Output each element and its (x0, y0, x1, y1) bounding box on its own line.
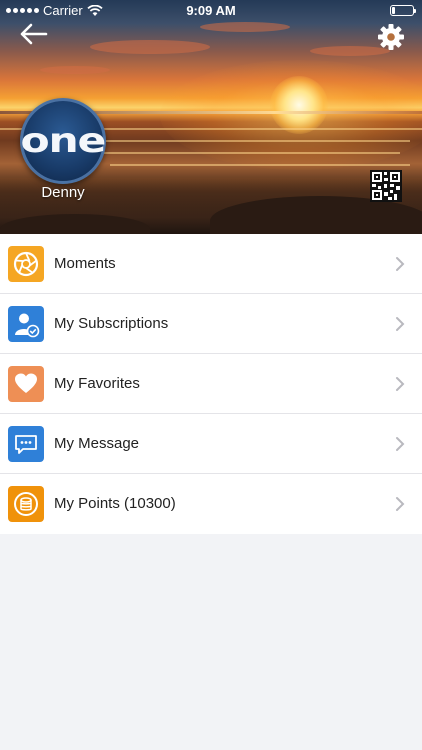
username: Denny (41, 184, 85, 201)
chevron-right-icon (396, 497, 405, 511)
heart-icon (15, 373, 37, 393)
menu-label: My Favorites (54, 375, 140, 392)
menu-icon-tile (8, 486, 44, 522)
status-time: 9:09 AM (186, 3, 236, 18)
battery-level (392, 7, 395, 14)
qr-code-icon (370, 170, 402, 202)
menu-item-subscriptions[interactable]: My Subscriptions (0, 294, 422, 354)
chevron-right-icon (396, 377, 405, 391)
menu-label: My Message (54, 435, 140, 452)
menu-label: My Subscriptions (54, 315, 169, 332)
menu-icon-tile (8, 246, 44, 282)
menu-label: Moments (54, 255, 116, 272)
menu-icon-tile (8, 306, 44, 342)
wave (110, 164, 410, 166)
profile-menu: Moments My Subscriptions My Favorites My… (0, 234, 422, 534)
cloud (40, 66, 110, 74)
cloud (200, 22, 290, 32)
menu-item-message[interactable]: My Message (0, 414, 422, 474)
chevron-right-icon (396, 437, 405, 451)
settings-button[interactable] (376, 22, 406, 52)
menu-item-moments[interactable]: Moments (0, 234, 422, 294)
qr-code-button[interactable] (370, 170, 402, 202)
chevron-right-icon (396, 317, 405, 331)
back-button[interactable] (16, 20, 52, 48)
chat-bubble-icon (15, 435, 37, 454)
chevron-right-icon (396, 257, 405, 271)
cloud (90, 40, 210, 54)
wave (60, 152, 400, 154)
battery-icon (390, 5, 416, 16)
gear-icon (378, 24, 404, 50)
menu-icon-tile (8, 426, 44, 462)
coins-icon (14, 492, 38, 516)
back-arrow-icon (20, 23, 48, 45)
user-check-icon (15, 313, 40, 338)
menu-label: My Points (10300) (54, 495, 176, 512)
sun (270, 76, 328, 134)
avatar[interactable]: one (20, 98, 107, 184)
menu-item-favorites[interactable]: My Favorites (0, 354, 422, 414)
aperture-icon (13, 251, 39, 277)
menu-icon-tile (8, 366, 44, 402)
status-bar: Carrier 9:09 AM (0, 0, 422, 20)
menu-item-points[interactable]: My Points (10300) (0, 474, 422, 534)
avatar-logo-text: one (20, 121, 107, 161)
